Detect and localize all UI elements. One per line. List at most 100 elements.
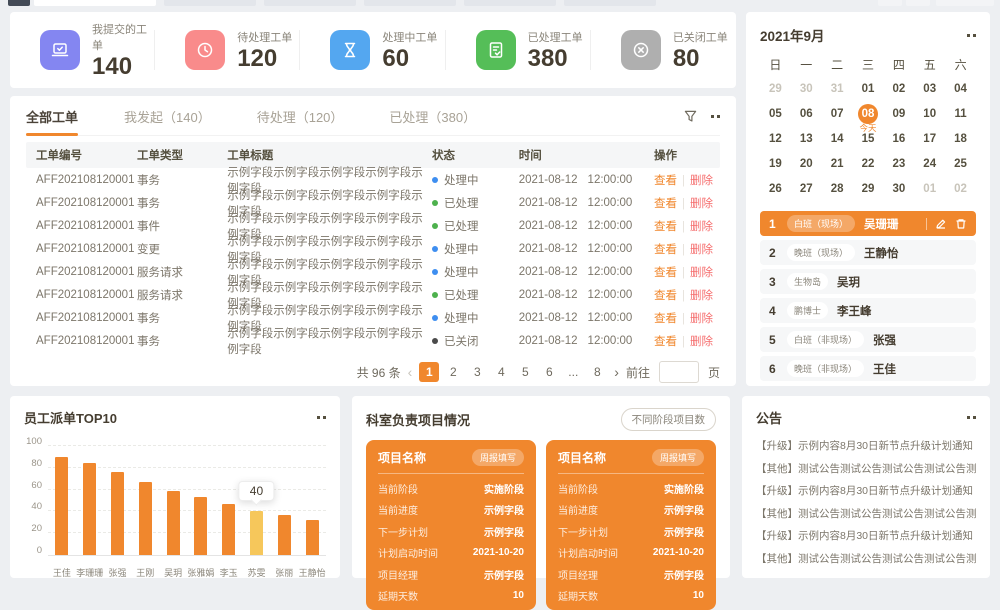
project-card[interactable]: 项目名称 周报填写 当前阶段实施阶段 当前进度示例字段 下一步计划示例字段 计划… (546, 440, 716, 610)
view-link[interactable]: 查看 (654, 290, 677, 302)
calendar-day[interactable]: 01 今天 (914, 176, 945, 201)
calendar-day[interactable]: 12 今天 (760, 126, 791, 151)
calendar-day[interactable]: 19 今天 (760, 151, 791, 176)
calendar-day[interactable]: 06 今天 (791, 101, 822, 126)
weekly-report-badge[interactable]: 周报填写 (652, 449, 704, 466)
announcement-item[interactable]: 【升级】示例内容8月30日新节点升级计划通知 (756, 435, 976, 458)
bar-column[interactable] (187, 446, 215, 555)
delete-link[interactable]: 删除 (690, 290, 713, 302)
edit-icon[interactable] (935, 218, 947, 230)
bar-column[interactable] (76, 446, 104, 555)
view-link[interactable]: 查看 (654, 221, 677, 233)
calendar-day[interactable]: 04 今天 (945, 76, 976, 101)
calendar-day[interactable]: 29 今天 (760, 76, 791, 101)
top-tab[interactable] (464, 0, 556, 6)
calendar-day[interactable]: 17 今天 (914, 126, 945, 151)
bar-column[interactable] (131, 446, 159, 555)
calendar-day[interactable]: 11 今天 (945, 101, 976, 126)
view-link[interactable]: 查看 (654, 313, 677, 325)
stat-closed[interactable]: 已关闭工单 80 (591, 26, 736, 74)
calendar-day[interactable]: 22 今天 (853, 151, 884, 176)
bar-column[interactable] (215, 446, 243, 555)
calendar-day[interactable]: 18 今天 (945, 126, 976, 151)
calendar-day[interactable]: 02 今天 (945, 176, 976, 201)
delete-link[interactable]: 删除 (690, 244, 713, 256)
page-number[interactable]: 2 (443, 362, 463, 382)
delete-link[interactable]: 删除 (690, 267, 713, 279)
calendar-day[interactable]: 14 今天 (822, 126, 853, 151)
top-tab[interactable] (364, 0, 456, 6)
delete-link[interactable]: 删除 (690, 313, 713, 325)
page-goto-input[interactable] (659, 361, 699, 383)
bar-column[interactable] (298, 446, 326, 555)
calendar-day[interactable]: 31 今天 (822, 76, 853, 101)
schedule-row[interactable]: 1 白班（现场） 吴珊珊 (760, 211, 976, 236)
ticket-tab[interactable]: 我发起（140） (124, 106, 211, 136)
view-link[interactable]: 查看 (654, 198, 677, 210)
more-icon[interactable] (317, 416, 326, 419)
project-card[interactable]: 项目名称 周报填写 当前阶段实施阶段 当前进度示例字段 下一步计划示例字段 计划… (366, 440, 536, 610)
page-number[interactable]: 8 (587, 362, 607, 382)
calendar-day[interactable]: 02 今天 (883, 76, 914, 101)
page-number[interactable]: 5 (515, 362, 535, 382)
top-tab[interactable] (8, 0, 30, 6)
bar-column[interactable] (104, 446, 132, 555)
prev-page-icon[interactable]: ‹ (408, 365, 413, 379)
delete-link[interactable]: 删除 (690, 198, 713, 210)
more-icon[interactable] (711, 115, 720, 118)
more-icon[interactable] (967, 416, 976, 419)
bar-column[interactable] (159, 446, 187, 555)
view-link[interactable]: 查看 (654, 175, 677, 187)
view-link[interactable]: 查看 (654, 244, 677, 256)
top-tab[interactable] (906, 0, 930, 6)
calendar-day[interactable]: 30 今天 (883, 176, 914, 201)
calendar-day[interactable]: 01 今天 (853, 76, 884, 101)
top-tab[interactable] (878, 0, 902, 6)
calendar-day[interactable]: 26 今天 (760, 176, 791, 201)
announcement-item[interactable]: 【升级】示例内容8月30日新节点升级计划通知 (756, 525, 976, 548)
stage-count-button[interactable]: 不同阶段项目数 (621, 408, 717, 431)
calendar-day[interactable]: 09 今天 (883, 101, 914, 126)
announcement-item[interactable]: 【其他】测试公告测试公告测试公告测试公告测试公告 (756, 548, 976, 571)
top-tab[interactable] (936, 0, 994, 6)
page-number[interactable]: 6 (539, 362, 559, 382)
schedule-row[interactable]: 5 白班（非现场） 张强 (760, 327, 976, 352)
ticket-tab[interactable]: 待处理（120） (257, 106, 344, 136)
next-page-icon[interactable]: › (614, 365, 619, 379)
stat-processed[interactable]: 已处理工单 380 (446, 26, 591, 74)
schedule-row[interactable]: 3 生物岛 吴玥 (760, 269, 976, 294)
calendar-day[interactable]: 16 今天 (883, 126, 914, 151)
top-tab[interactable] (164, 0, 256, 6)
delete-link[interactable]: 删除 (690, 336, 713, 348)
page-number[interactable]: 3 (467, 362, 487, 382)
top-tab[interactable] (564, 0, 656, 6)
bar-column[interactable]: 40 (243, 446, 271, 555)
bar-column[interactable] (270, 446, 298, 555)
calendar-day[interactable]: 21 今天 (822, 151, 853, 176)
calendar-day[interactable]: 20 今天 (791, 151, 822, 176)
bar-column[interactable] (48, 446, 76, 555)
calendar-day[interactable]: 29 今天 (853, 176, 884, 201)
calendar-day[interactable]: 28 今天 (822, 176, 853, 201)
announcement-item[interactable]: 【其他】测试公告测试公告测试公告测试公告测试公告 (756, 503, 976, 526)
calendar-day[interactable]: 05 今天 (760, 101, 791, 126)
calendar-day[interactable]: 23 今天 (883, 151, 914, 176)
ticket-tab[interactable]: 已处理（380） (389, 106, 476, 136)
announcement-item[interactable]: 【升级】示例内容8月30日新节点升级计划通知 (756, 480, 976, 503)
stat-processing[interactable]: 处理中工单 60 (300, 26, 445, 74)
view-link[interactable]: 查看 (654, 336, 677, 348)
announcement-item[interactable]: 【其他】测试公告测试公告测试公告测试公告测试公告 (756, 458, 976, 481)
delete-link[interactable]: 删除 (690, 175, 713, 187)
calendar-day[interactable]: 10 今天 (914, 101, 945, 126)
page-number[interactable]: 4 (491, 362, 511, 382)
calendar-day[interactable]: 07 今天 (822, 101, 853, 126)
top-tab[interactable] (264, 0, 356, 6)
stat-pending[interactable]: 待处理工单 120 (155, 26, 300, 74)
ticket-tab[interactable]: 全部工单 (26, 106, 78, 136)
page-number[interactable]: 1 (419, 362, 439, 382)
schedule-row[interactable]: 6 晚班（非现场） 王佳 (760, 356, 976, 381)
calendar-day[interactable]: 24 今天 (914, 151, 945, 176)
calendar-day[interactable]: 13 今天 (791, 126, 822, 151)
calendar-day[interactable]: 03 今天 (914, 76, 945, 101)
top-tab[interactable] (34, 0, 156, 6)
